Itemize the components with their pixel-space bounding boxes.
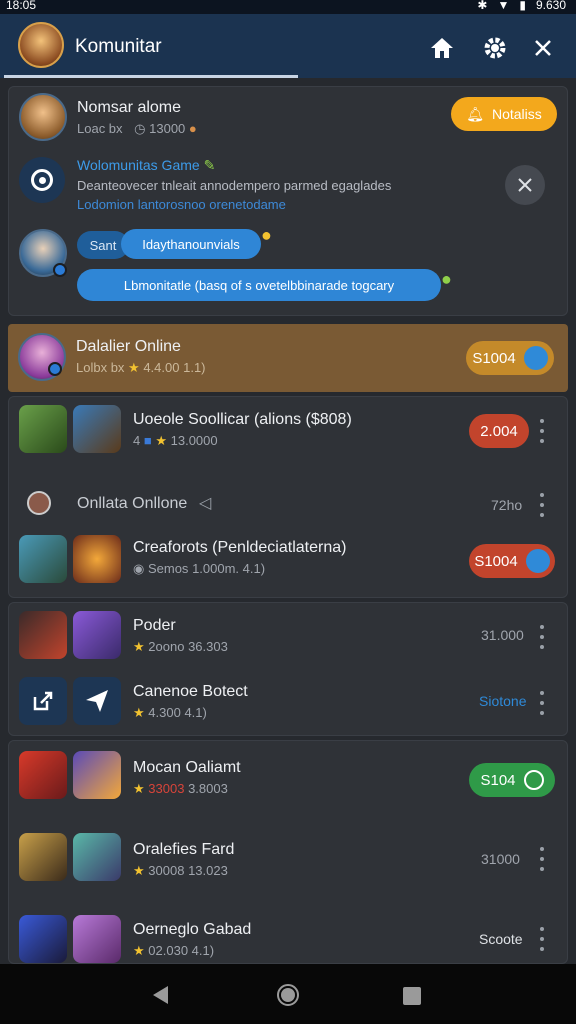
game-icon[interactable] [19,157,65,203]
star-icon: ★ [155,433,167,448]
list-group-2: Poder ★ 2oono 36.303 31.000 Canenoe Bote… [8,602,568,736]
item-value: Scoote [479,931,523,947]
item-name[interactable]: Creaforots (Penldeciatlaterna) [133,539,346,557]
game-thumb [73,611,121,659]
item-name[interactable]: Poder [133,617,176,635]
more-icon[interactable] [537,493,547,517]
coin-icon [525,549,550,573]
star-icon: ★ [133,943,145,958]
coin-icon [523,770,544,790]
emoji-icon: ● [261,225,272,245]
price-button[interactable]: S1004 [469,544,555,578]
notify-button[interactable]: 🔔︎ Notaliss [451,97,557,131]
game-thumb [73,915,121,963]
more-icon[interactable] [537,625,547,649]
medal-icon: ● [188,121,197,136]
bell-icon: 🔔︎ [466,105,484,122]
close-icon[interactable] [529,34,557,62]
item-status[interactable]: Siotone [479,693,526,709]
message-bubble[interactable]: Lbmonitatle (basq of s ovetelbbinarade t… [77,269,441,301]
item-value: 31.000 [481,627,524,643]
game-thumb [73,405,121,453]
item-name[interactable]: Onllata Onllone [77,495,187,513]
item-name[interactable]: Mocan Oaliamt [133,759,241,777]
game-thumb [19,611,67,659]
flag-icon: ■ [143,433,152,448]
game-thumb [19,405,67,453]
star-icon: ★ [133,863,145,878]
app-bar: Komunitar [0,14,576,78]
dismiss-button[interactable] [505,165,545,205]
notify-label: Notaliss [491,106,542,122]
balloon-icon: ● [441,269,452,289]
tab-indicator [4,75,298,78]
more-icon[interactable] [537,419,547,443]
system-nav-bar [0,964,576,1024]
battery-icon: ▮ [519,0,526,12]
star-icon: ★ [133,781,145,796]
price-button[interactable]: 2.004 [469,414,529,448]
clock-icon: ◉ [133,561,145,576]
recents-icon[interactable] [402,986,422,1006]
item-name[interactable]: Canenoe Botect [133,683,248,701]
game-thumb [73,535,121,583]
list-group-3: Mocan Oaliamt ★ 33003 3.8003 S104 Oralef… [8,740,568,964]
item-name[interactable]: Oralefies Fard [133,841,234,859]
bluetooth-icon: ✱ [477,0,488,12]
wifi-icon: ▼ [497,0,510,12]
star-icon: ★ [133,705,145,720]
more-icon[interactable] [537,847,547,871]
item-extra: 1.1) [183,360,206,375]
game-thumb [19,833,67,881]
star-icon: ★ [133,639,145,654]
user-count: 13000 [149,121,186,136]
item-name[interactable]: Uoeole Soollicar (alions ($808) [133,411,352,429]
user-avatar[interactable] [19,93,67,141]
list-item[interactable]: Dalalier Online Lolbx bx ★ 4.4.00 1.1) S… [8,324,568,392]
status-bar: 18:05 ✱ ▼ ▮ 9.630 [0,0,576,14]
send-icon [73,677,121,725]
sparkle-icon: ✎ [203,157,216,173]
price-button[interactable]: S1004 [466,341,554,375]
home-icon[interactable] [428,34,456,62]
game-thumb [19,915,67,963]
price-button[interactable]: S104 [469,763,555,797]
item-rating: 4.4.00 [143,360,180,375]
share-icon[interactable]: ◁ [199,493,211,513]
battery-text: 9.630 [535,0,566,12]
chip-name[interactable]: Idaythanounvials [121,229,261,259]
app-title: Komunitar [75,36,162,57]
list-group-1: Uoeole Soollicar (alions ($808) 4 ■ ★ 13… [8,396,568,598]
game-thumb [73,833,121,881]
game-desc-2[interactable]: Lodomion lantorosnoo orenetodame [77,197,286,212]
game-title[interactable]: Wolomunitas Game [77,157,200,173]
status-time: 18:05 [6,0,37,12]
user-avatar [27,491,51,515]
home-nav-icon[interactable] [276,983,300,1007]
clock-icon: ◷ [134,121,146,136]
game-thumb [19,751,67,799]
user-sub: Loac bx [77,121,123,136]
user-name: Nomsar alome [77,99,182,116]
item-name: Dalalier Online [76,338,181,355]
more-icon[interactable] [537,927,547,951]
game-thumb [73,751,121,799]
item-time: 72ho [491,497,523,513]
coin-icon [523,346,548,370]
item-name[interactable]: Oerneglo Gabad [133,921,251,939]
star-icon: ★ [128,360,140,375]
item-value: 31000 [481,851,520,867]
app-logo [18,22,64,68]
online-badge [53,263,67,277]
gear-icon[interactable] [481,34,509,62]
more-icon[interactable] [537,691,547,715]
export-icon [19,677,67,725]
game-thumb [19,535,67,583]
item-sub: Lolbx bx [76,360,125,375]
back-icon[interactable] [150,984,170,1006]
game-desc-1: Deanteovecer tnleait annodempero parmed … [77,178,392,193]
close-icon [518,178,532,192]
community-card: Nomsar alome Loac bx ◷ 13000 ● 🔔︎ Notali… [8,86,568,316]
